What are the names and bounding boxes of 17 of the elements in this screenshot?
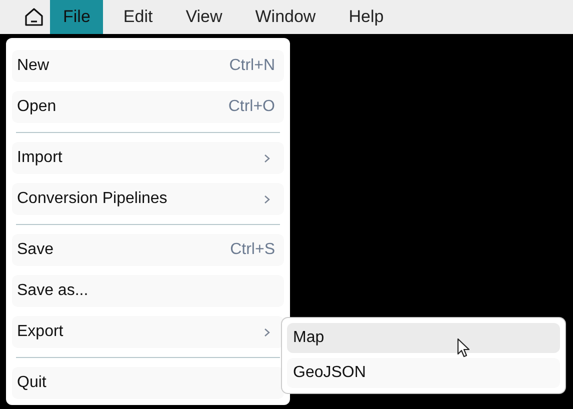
menu-item[interactable]: Quit	[12, 367, 284, 399]
menu-item[interactable]: Save as...	[12, 275, 284, 307]
menu-title[interactable]: File	[50, 0, 104, 34]
menu-title[interactable]: View	[172, 0, 236, 34]
menu-title[interactable]: Help	[336, 0, 397, 34]
menu-title[interactable]: Edit	[110, 0, 166, 34]
menu-item[interactable]: Import	[12, 142, 284, 174]
cursor-icon	[457, 338, 471, 358]
home-icon[interactable]	[23, 6, 45, 28]
menu-item[interactable]: Conversion Pipelines	[12, 183, 284, 215]
menu-item[interactable]: Export	[12, 316, 284, 348]
menu-item[interactable]: Map	[287, 323, 560, 353]
menu-title[interactable]: Window	[242, 0, 329, 34]
menu-item[interactable]: Save Ctrl+S	[12, 234, 284, 266]
menu-item[interactable]: GeoJSON	[287, 358, 560, 388]
menu-item[interactable]: New Ctrl+N	[12, 50, 284, 82]
menu-item[interactable]: Open Ctrl+O	[12, 91, 284, 123]
